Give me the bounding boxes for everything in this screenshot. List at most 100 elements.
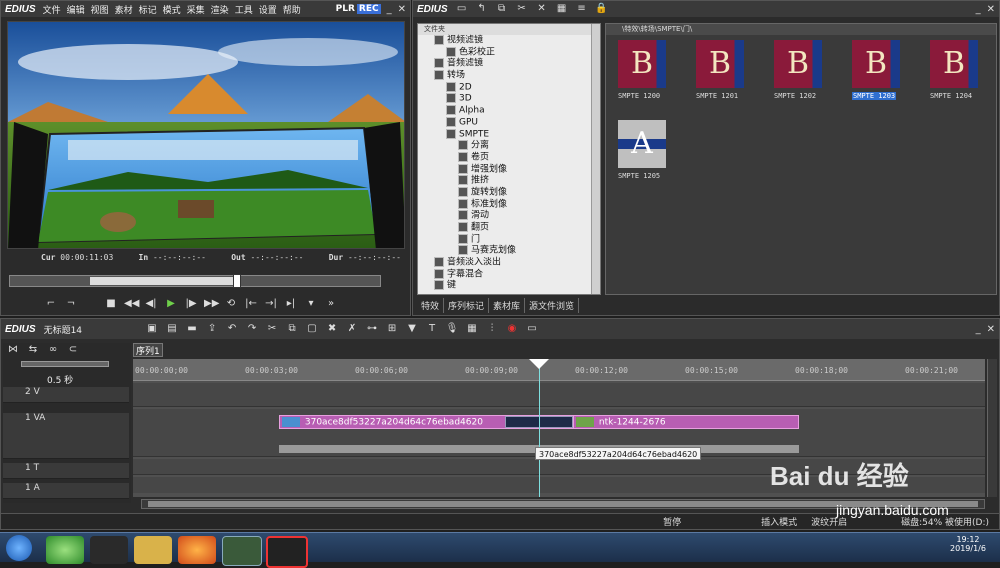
menu-item[interactable]: 帮助 <box>283 6 301 16</box>
playhead-handle[interactable] <box>529 359 549 369</box>
track-mode-icon[interactable]: ⋈ <box>6 344 20 356</box>
mic-icon[interactable]: 🎙 <box>445 323 459 335</box>
menu-item[interactable]: 文件 <box>43 6 61 16</box>
taskbar-firefox-icon[interactable] <box>178 536 216 564</box>
display-icon[interactable]: ▭ <box>525 323 539 335</box>
link-icon[interactable]: ⊶ <box>365 323 379 335</box>
track-header[interactable]: 1 T <box>3 463 129 479</box>
playhead[interactable] <box>539 359 540 497</box>
scissors-icon[interactable]: ✂ <box>265 323 279 335</box>
view-icon[interactable]: ▦ <box>555 3 569 15</box>
title-icon[interactable]: T <box>425 323 439 335</box>
tree-item[interactable]: Alpha <box>418 105 600 117</box>
menu-item[interactable]: 编辑 <box>67 6 85 16</box>
menu-item[interactable]: 设置 <box>259 6 277 16</box>
redo-icon[interactable]: ↷ <box>245 323 259 335</box>
track-header[interactable]: 1 A <box>3 483 129 499</box>
multicam-icon[interactable]: ▦ <box>465 323 479 335</box>
tree-scrollbar[interactable] <box>591 24 600 294</box>
delete-icon[interactable]: ✕ <box>535 3 549 15</box>
bin-minimize-icon[interactable]: _ <box>976 4 981 15</box>
taskbar-360-icon[interactable] <box>46 536 84 564</box>
tree-item[interactable]: 分离 <box>418 140 600 152</box>
tree-item[interactable]: 门 <box>418 233 600 246</box>
fast-forward-icon[interactable]: ▶▶ <box>204 298 219 310</box>
start-button[interactable] <box>6 535 32 561</box>
insert-icon[interactable]: ▸| <box>284 298 298 310</box>
track-sync-icon[interactable]: ⇆ <box>26 344 40 356</box>
tree-item[interactable]: 3D <box>418 93 600 105</box>
marker-icon[interactable]: ▼ <box>405 323 419 335</box>
bin-tab[interactable]: 源文件浏览 <box>525 298 580 313</box>
transition-thumbnail[interactable]: B <box>774 40 822 88</box>
track-group-icon[interactable]: ⊂ <box>66 344 80 356</box>
tree-item[interactable]: 音频淡入淡出 <box>418 257 600 269</box>
transition-thumbnail[interactable]: B <box>696 40 744 88</box>
open-icon[interactable]: ▤ <box>165 323 179 335</box>
transition-thumbnail[interactable]: B <box>930 40 978 88</box>
more-icon[interactable]: » <box>324 298 338 310</box>
set-in-icon[interactable]: ⌐ <box>44 298 58 310</box>
transition-thumbnail[interactable]: A <box>618 120 666 168</box>
menu-item[interactable]: 模式 <box>163 6 181 16</box>
menu-item[interactable]: 渲染 <box>211 6 229 16</box>
render-icon[interactable]: ◉ <box>505 323 519 335</box>
ripple-delete-icon[interactable]: ✖ <box>325 323 339 335</box>
tray-clock[interactable]: 19:12 2019/1/6 <box>940 535 996 561</box>
paste-icon[interactable]: ▢ <box>305 323 319 335</box>
new-sequence-icon[interactable]: ▣ <box>145 323 159 335</box>
tree-item[interactable]: 卷页 <box>418 151 600 164</box>
tree-item[interactable]: 推挤 <box>418 175 600 187</box>
stop-icon[interactable]: ■ <box>104 298 118 310</box>
plr-button[interactable]: PLR <box>336 4 355 14</box>
menu-item[interactable]: 工具 <box>235 6 253 16</box>
rec-button[interactable]: REC <box>356 4 381 14</box>
tree-item[interactable]: 2D <box>418 81 600 94</box>
step-forward-icon[interactable]: |▶ <box>184 298 198 310</box>
track-loop-icon[interactable]: ∞ <box>46 344 60 356</box>
tree-item[interactable]: 标准划像 <box>418 198 600 211</box>
menu-item[interactable]: 视图 <box>91 6 109 16</box>
taskbar-qq-icon[interactable] <box>90 536 128 564</box>
sequence-tab[interactable]: 序列1 <box>133 343 163 357</box>
loop-icon[interactable]: ⟲ <box>224 298 238 310</box>
tl-close-icon[interactable]: ✕ <box>987 324 995 335</box>
transition-thumbnail[interactable]: B <box>618 40 666 88</box>
bin-close-icon[interactable]: ✕ <box>987 4 995 15</box>
lock-icon[interactable]: 🔒 <box>595 3 609 15</box>
close-icon[interactable]: ✕ <box>398 4 406 15</box>
tl-minimize-icon[interactable]: _ <box>976 324 981 335</box>
scrub-handle[interactable] <box>232 274 241 288</box>
minimize-icon[interactable]: _ <box>387 4 392 15</box>
tree-item[interactable]: GPU <box>418 116 600 129</box>
clip-2[interactable]: ntk-1244-2676 <box>573 415 799 429</box>
taskbar-explorer-icon[interactable] <box>134 536 172 564</box>
tree-item[interactable]: 滑动 <box>418 210 600 222</box>
copy-icon[interactable]: ⧉ <box>495 3 509 15</box>
tree-item[interactable]: SMPTE <box>418 128 600 141</box>
delete-gap-icon[interactable]: ✗ <box>345 323 359 335</box>
zoom-slider[interactable] <box>21 361 109 367</box>
tree-item[interactable]: 增强划像 <box>418 163 600 176</box>
up-folder-icon[interactable]: ↰ <box>475 3 489 15</box>
mixer-icon[interactable]: ⫶ <box>485 323 499 335</box>
tree-item[interactable]: 视频滤镜 <box>418 35 600 47</box>
tree-item[interactable]: 旋转划像 <box>418 186 600 199</box>
bin-tab[interactable]: 特效 <box>417 298 445 313</box>
step-back-icon[interactable]: ◀| <box>144 298 158 310</box>
track-header[interactable]: 1 VA <box>3 413 129 459</box>
tree-item[interactable]: 键 <box>418 280 600 292</box>
transition-thumbnail[interactable]: B <box>852 40 900 88</box>
rewind-icon[interactable]: ◀◀ <box>124 298 139 310</box>
bin-tab[interactable]: 序列标记 <box>444 298 490 313</box>
zoom-level[interactable]: 0.5 秒 <box>47 373 73 386</box>
cut-icon[interactable]: ✂ <box>515 3 529 15</box>
time-ruler[interactable]: 00:00:00;00 00:00:03;00 00:00:06;00 00:00:0… <box>133 359 985 381</box>
tree-item[interactable]: 音频滤镜 <box>418 58 600 70</box>
timeline-vscroll[interactable] <box>987 359 997 497</box>
tree-item[interactable]: 字幕混合 <box>418 268 600 281</box>
set-out-icon[interactable]: ¬ <box>64 298 78 310</box>
track-2v[interactable] <box>133 383 985 407</box>
bin-tab[interactable]: 素材库 <box>489 298 526 313</box>
prev-edit-icon[interactable]: |← <box>244 298 258 310</box>
